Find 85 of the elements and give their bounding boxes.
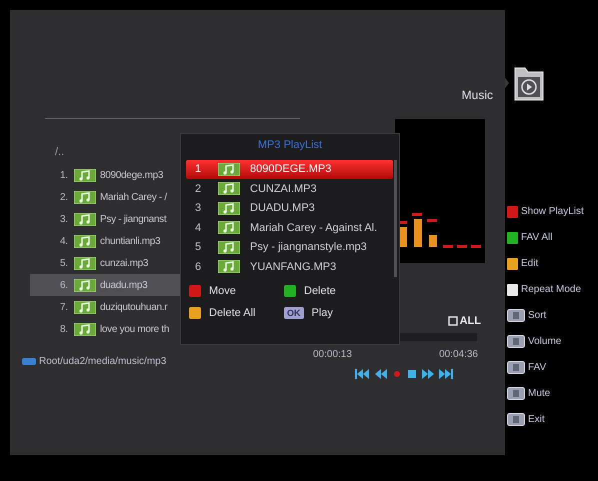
key-label: Exit (528, 413, 545, 427)
file-name: duadu.mp3 (100, 278, 148, 292)
remote-key-icon (507, 335, 525, 348)
parent-folder[interactable]: /.. (55, 146, 64, 158)
music-file-icon (74, 256, 96, 270)
file-row[interactable]: 5. cunzai.mp3 (30, 252, 180, 274)
action-label: Delete All (209, 306, 256, 321)
track-name: CUNZAI.MP3 (250, 182, 317, 196)
file-name: cunzai.mp3 (100, 256, 148, 270)
remote-key-icon (507, 387, 525, 400)
row-number: 6 (194, 260, 202, 274)
file-name: duziqutouhuan.r (100, 300, 168, 314)
folder-path: Root/uda2/media/music/mp3 (39, 355, 166, 369)
playlist-row[interactable]: 1 8090DEGE.MP3 (186, 160, 393, 179)
key-label: Sort (528, 309, 546, 323)
music-file-icon (74, 234, 96, 248)
music-file-icon (218, 162, 240, 176)
music-file-icon (218, 240, 240, 254)
key-label: FAV (528, 361, 546, 375)
remote-key-icon (507, 413, 525, 426)
file-name: 8090dege.mp3 (100, 168, 164, 182)
repeat-checkbox-icon (448, 316, 458, 326)
repeat-mode: ALL (460, 314, 481, 329)
total-time: 00:04:36 (439, 348, 478, 362)
key-label: Volume (528, 335, 562, 349)
file-name: love you more th (100, 322, 170, 336)
row-number: 1 (194, 162, 202, 177)
row-number: 6. (60, 278, 69, 292)
file-row[interactable]: 3. Psy - jiangnanst (30, 208, 180, 230)
file-row[interactable]: 1. 8090dege.mp3 (30, 164, 180, 186)
music-file-icon (74, 168, 96, 182)
file-row[interactable]: 7. duziqutouhuan.r (30, 296, 180, 318)
track-name: YUANFANG.MP3 (250, 260, 336, 274)
file-row[interactable]: 8. love you more th (30, 318, 180, 340)
music-file-icon (74, 278, 96, 292)
row-number: 3. (60, 212, 69, 226)
row-number: 2. (60, 190, 69, 204)
key-label: Repeat Mode (521, 283, 582, 297)
row-number: 2 (194, 182, 202, 196)
row-number: 8. (60, 322, 69, 336)
file-row[interactable]: 4. chuntianli.mp3 (30, 230, 180, 252)
track-name: Mariah Carey - Against Al. (250, 220, 378, 236)
playlist-row[interactable]: 2 CUNZAI.MP3 (186, 179, 393, 198)
track-name: DUADU.MP3 (250, 201, 315, 216)
key-label: Edit (521, 257, 538, 271)
row-number: 3 (194, 201, 202, 216)
ok-key: OK (284, 307, 304, 320)
music-file-icon (74, 190, 96, 204)
track-name: 8090DEGE.MP3 (250, 162, 332, 177)
file-name: Psy - jiangnanst (100, 212, 166, 226)
row-number: 4 (194, 220, 202, 236)
usb-drive-icon (22, 358, 36, 365)
music-file-icon (218, 182, 240, 196)
elapsed-time: 00:00:13 (313, 348, 352, 362)
row-number: 7. (60, 300, 69, 314)
action-label: Play (312, 306, 333, 321)
music-file-icon (218, 260, 240, 274)
playlist-row[interactable]: 4 Mariah Carey - Against Al. (186, 218, 393, 238)
music-file-icon (74, 212, 96, 226)
key-label: Show PlayList (521, 205, 584, 219)
file-row[interactable]: 2. Mariah Carey - / (30, 186, 180, 208)
music-file-icon (218, 202, 240, 215)
key-label: Mute (528, 387, 550, 401)
playlist-row[interactable]: 6 YUANFANG.MP3 (186, 257, 393, 276)
playlist-row[interactable]: 5 Psy - jiangnanstyle.mp3 (186, 238, 393, 257)
remote-key-icon (507, 361, 525, 374)
row-number: 1. (60, 168, 69, 182)
track-name: Psy - jiangnanstyle.mp3 (250, 240, 367, 255)
remote-key-icon (507, 309, 525, 322)
music-file-icon (218, 221, 240, 234)
music-file-icon (74, 322, 96, 336)
action-label: Delete (304, 284, 336, 298)
file-name: Mariah Carey - / (100, 190, 167, 204)
file-row[interactable]: 6. duadu.mp3 (30, 274, 180, 296)
row-number: 4. (60, 234, 69, 248)
playlist-row[interactable]: 3 DUADU.MP3 (186, 198, 393, 218)
playback-controls-drawing[interactable] (355, 368, 455, 380)
section-title: Music (462, 87, 493, 104)
music-file-icon (74, 300, 96, 314)
popup-title: MP3 PlayList (258, 138, 322, 153)
key-label: FAV All (521, 231, 552, 245)
file-name: chuntianli.mp3 (100, 234, 160, 248)
row-number: 5 (194, 240, 202, 255)
row-number: 5. (60, 256, 69, 270)
action-label: Move (209, 284, 236, 298)
